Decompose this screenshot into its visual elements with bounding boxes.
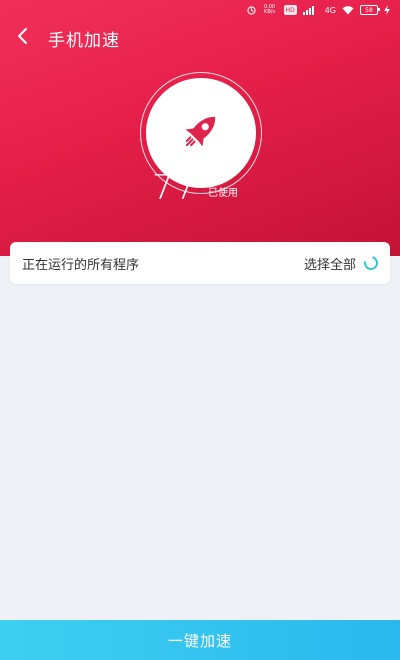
network-speed: 0.00 KB/s (263, 4, 276, 15)
loading-spinner-icon (361, 253, 381, 273)
rocket-icon (176, 106, 226, 160)
phone-boost-screen: 0.00 KB/s HD 4G 58 手机加速 77 % 已使用 正在运行的所有… (0, 0, 400, 660)
usage-value: 77 (152, 168, 198, 208)
battery-icon: 58 (360, 5, 380, 15)
cellular-signal-icon (302, 5, 319, 15)
network-type: 4G (324, 5, 336, 15)
title-bar: 手机加速 (0, 24, 400, 52)
select-all-button[interactable]: 选择全部 (303, 253, 381, 273)
back-button[interactable] (2, 24, 42, 52)
running-programs-title: 正在运行的所有程序 (22, 257, 140, 273)
usage-unit: % (210, 170, 224, 186)
chevron-left-icon (16, 27, 28, 49)
charging-icon (384, 5, 390, 15)
notification-icon (246, 5, 256, 15)
one-click-boost-button[interactable]: 一键加速 (0, 620, 400, 660)
status-bar: 0.00 KB/s HD 4G 58 (0, 0, 400, 20)
page-title: 手机加速 (48, 30, 120, 51)
memory-usage: 77 % 已使用 (150, 168, 270, 208)
running-programs-header: 正在运行的所有程序 选择全部 (10, 242, 390, 284)
hd-badge: HD (283, 5, 297, 15)
wifi-icon (342, 5, 354, 15)
usage-label: 已使用 (208, 188, 238, 199)
select-all-label: 选择全部 (303, 257, 356, 273)
